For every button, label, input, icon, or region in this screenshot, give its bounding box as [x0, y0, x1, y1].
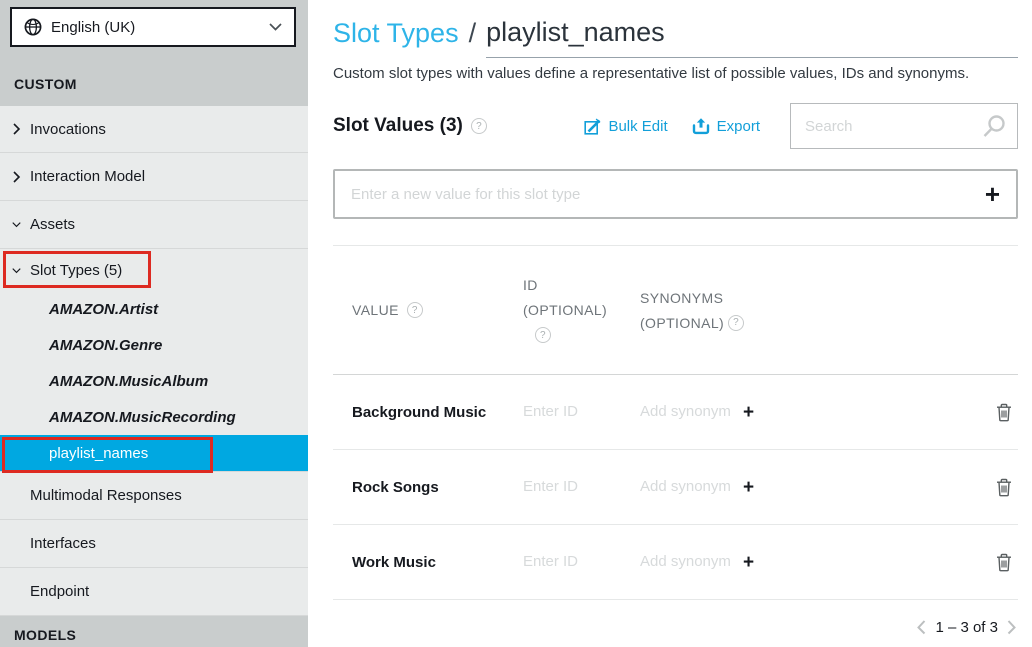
trash-icon [996, 403, 1012, 422]
sidebar-item-label: AMAZON.MusicAlbum [49, 373, 208, 390]
pagination-label: 1 – 3 of 3 [935, 619, 998, 636]
sidebar-item-label: AMAZON.MusicRecording [49, 409, 236, 426]
help-icon[interactable]: ? [407, 302, 423, 318]
bulk-edit-icon [584, 118, 601, 135]
page-prev-icon[interactable] [917, 620, 926, 635]
sidebar-item-multimodal-responses[interactable]: Multimodal Responses [0, 472, 308, 520]
add-synonym-icon[interactable]: + [743, 553, 754, 572]
sidebar-item-assets[interactable]: Assets [0, 201, 308, 249]
sidebar-item-label: AMAZON.Genre [49, 337, 162, 354]
search-box [790, 103, 1018, 149]
chevron-down-icon [12, 220, 21, 229]
add-synonym-icon[interactable]: + [743, 478, 754, 497]
synonym-input[interactable] [640, 403, 735, 420]
sidebar-item-playlist-names-selected[interactable]: playlist_names [0, 435, 308, 472]
export-button[interactable]: Export [692, 117, 760, 135]
pagination: 1 – 3 of 3 [333, 619, 1018, 636]
help-icon[interactable]: ? [535, 327, 551, 343]
sidebar-item-label: Interaction Model [30, 168, 145, 185]
bulk-edit-button[interactable]: Bulk Edit [584, 118, 667, 135]
sidebar-item-amazon-musicalbum[interactable]: AMAZON.MusicAlbum [0, 363, 308, 399]
table-row: Work Music + [333, 525, 1018, 600]
slot-value-text: Rock Songs [352, 479, 523, 496]
sidebar: English (UK) CUSTOM Invocations Interact… [0, 0, 308, 647]
chevron-right-icon [12, 171, 21, 183]
search-input[interactable] [805, 118, 980, 135]
language-label: English (UK) [51, 19, 135, 36]
breadcrumb-slot-types[interactable]: Slot Types [333, 18, 459, 58]
delete-row-button[interactable] [972, 478, 1018, 497]
sidebar-item-amazon-artist[interactable]: AMAZON.Artist [0, 291, 308, 327]
column-header-synonyms: SYNONYMS (OPTIONAL) ? [640, 290, 972, 331]
slot-values-toolbar: Slot Values (3) ? Bulk Edit Export [333, 103, 1018, 149]
chevron-down-icon [12, 266, 21, 275]
trash-icon [996, 478, 1012, 497]
id-input[interactable] [523, 403, 618, 420]
new-slot-value-input[interactable] [351, 186, 985, 203]
page-description: Custom slot types with values define a r… [333, 65, 1018, 82]
globe-icon [24, 18, 42, 36]
sidebar-item-label: Slot Types (5) [30, 262, 122, 279]
help-icon[interactable]: ? [471, 118, 487, 134]
sidebar-item-invocations[interactable]: Invocations [0, 106, 308, 153]
sidebar-item-label: Endpoint [30, 583, 89, 600]
add-value-icon[interactable]: + [985, 181, 1000, 207]
sidebar-item-interaction-model[interactable]: Interaction Model [0, 153, 308, 201]
table-header-row: VALUE ? ID (OPTIONAL) ? SYNONYMS (OPTION… [333, 245, 1018, 375]
id-input[interactable] [523, 478, 618, 495]
sidebar-item-amazon-musicrecording[interactable]: AMAZON.MusicRecording [0, 399, 308, 435]
sidebar-section-models: MODELS [0, 616, 308, 643]
sidebar-item-label: AMAZON.Artist [49, 301, 158, 318]
slot-value-text: Background Music [352, 404, 523, 421]
slot-values-table: VALUE ? ID (OPTIONAL) ? SYNONYMS (OPTION… [333, 245, 1018, 600]
bulk-edit-label: Bulk Edit [608, 118, 667, 135]
page-next-icon[interactable] [1007, 620, 1016, 635]
sidebar-section-custom: CUSTOM [0, 47, 308, 106]
slot-values-title: Slot Values (3) [333, 115, 463, 137]
add-synonym-icon[interactable]: + [743, 403, 754, 422]
column-header-id: ID (OPTIONAL) ? [523, 277, 640, 343]
table-row: Background Music + [333, 375, 1018, 450]
sidebar-item-label: Interfaces [30, 535, 96, 552]
help-icon[interactable]: ? [728, 315, 744, 331]
new-slot-value-row: + [333, 169, 1018, 219]
delete-row-button[interactable] [972, 403, 1018, 422]
sidebar-item-interfaces[interactable]: Interfaces [0, 520, 308, 568]
language-selector[interactable]: English (UK) [10, 7, 296, 47]
page-title: Slot Types / playlist_names [333, 17, 1018, 58]
sidebar-item-slot-types[interactable]: Slot Types (5) [0, 249, 308, 291]
chevron-down-icon [269, 23, 282, 31]
export-icon [692, 117, 710, 135]
sidebar-item-label: Invocations [30, 121, 106, 138]
search-icon[interactable] [980, 113, 1007, 140]
synonym-input[interactable] [640, 478, 735, 495]
sidebar-item-amazon-genre[interactable]: AMAZON.Genre [0, 327, 308, 363]
main-content: Slot Types / playlist_names Custom slot … [308, 0, 1032, 647]
trash-icon [996, 553, 1012, 572]
delete-row-button[interactable] [972, 553, 1018, 572]
slot-type-name[interactable]: playlist_names [486, 17, 1018, 58]
sidebar-item-label: Multimodal Responses [30, 487, 182, 504]
export-label: Export [717, 118, 760, 135]
sidebar-item-label: playlist_names [49, 445, 148, 462]
sidebar-item-endpoint[interactable]: Endpoint [0, 568, 308, 616]
chevron-right-icon [12, 123, 21, 135]
column-header-value: VALUE ? [352, 302, 523, 318]
breadcrumb-separator: / [459, 18, 487, 58]
synonym-input[interactable] [640, 553, 735, 570]
sidebar-nav: Invocations Interaction Model Assets Slo… [0, 106, 308, 616]
id-input[interactable] [523, 553, 618, 570]
table-row: Rock Songs + [333, 450, 1018, 525]
sidebar-item-label: Assets [30, 216, 75, 233]
slot-value-text: Work Music [352, 554, 523, 571]
